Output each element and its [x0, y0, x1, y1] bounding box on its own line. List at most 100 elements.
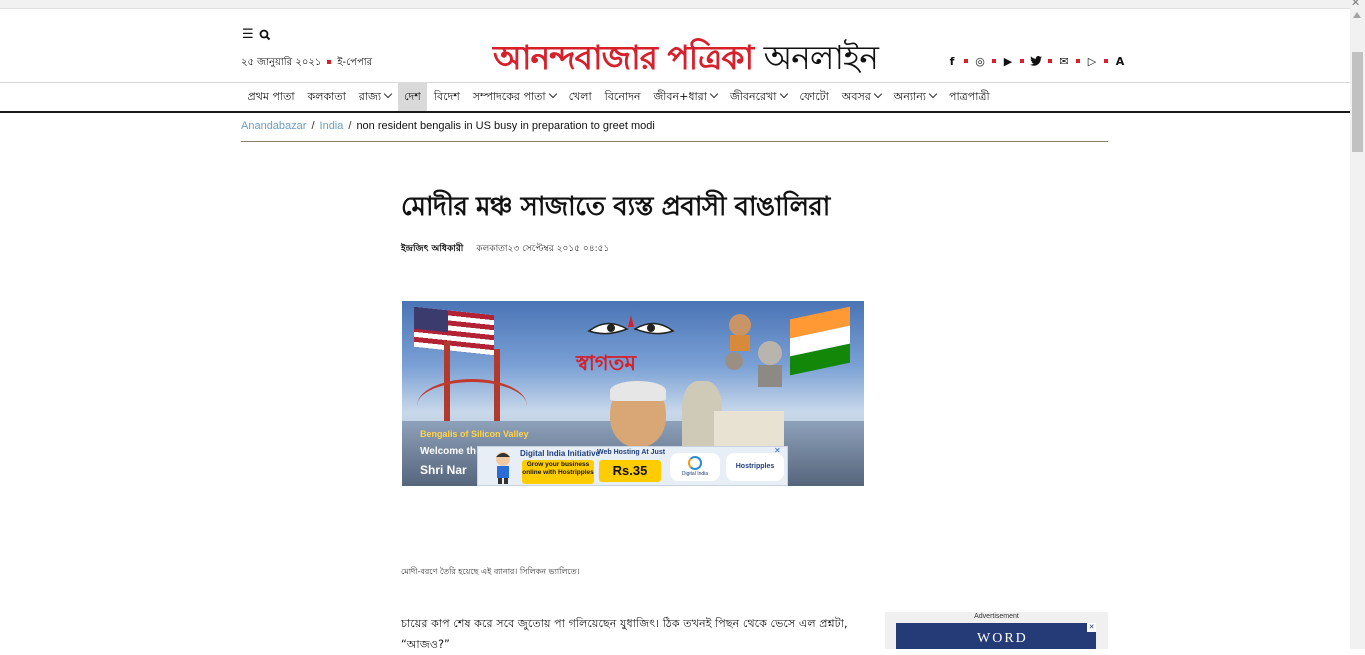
image-caption: মোদী-বরণে তৈরি হয়েছে এই ব্যানার। সিলিকন… — [401, 567, 580, 576]
twitter-icon[interactable] — [1030, 55, 1042, 67]
chevron-down-icon — [548, 89, 557, 99]
separator-dot — [327, 60, 332, 64]
logo-black-text: অনলাইন — [763, 38, 879, 77]
ad-text: Grow your business online with Hostrippl… — [522, 460, 594, 484]
breadcrumb-section-link[interactable]: India — [320, 120, 344, 132]
google-play-icon[interactable]: ▷ — [1086, 55, 1098, 68]
nav-item[interactable]: সম্পাদকের পাতা — [466, 82, 562, 111]
place-and-date: কলকাতা২৩ সেপ্টেম্বর ২০১৫ ০৪:৫১ — [476, 244, 610, 254]
social-links: f ◎ ▶ ✉ ▷ A — [946, 55, 1126, 68]
nav-item[interactable]: খেলা — [562, 82, 598, 111]
nav-item[interactable]: প্রথম পাতা — [241, 82, 301, 111]
ad-word-text: WORD — [977, 631, 1028, 646]
us-flag-image — [414, 306, 494, 356]
breadcrumb-home-link[interactable]: Anandabazar — [241, 120, 306, 132]
instagram-icon[interactable]: ◎ — [974, 55, 986, 68]
author-name[interactable]: ইন্দ্রজিৎ অধিকারী — [401, 244, 463, 254]
breadcrumb-current: non resident bengalis in US busy in prep… — [356, 120, 655, 132]
nav-item[interactable]: কলকাতা — [301, 82, 352, 111]
nav-item-label: জীবনরেখা — [729, 90, 777, 103]
separator-dot — [1020, 59, 1024, 63]
nav-item[interactable]: অন্যান্য — [887, 82, 942, 111]
nav-item-label: কলকাতা — [307, 90, 346, 103]
chevron-down-icon — [709, 89, 719, 99]
scrollbar-thumb[interactable] — [1352, 52, 1363, 152]
facebook-icon[interactable]: f — [946, 55, 958, 68]
epaper-link[interactable]: ই-পেপার — [337, 57, 372, 68]
us-flag-canton — [414, 306, 448, 333]
inline-advertisement[interactable]: Digital India Initiative Grow your busin… — [477, 446, 788, 486]
sidebar-advertisement[interactable]: Advertisement WORD ✕ — [885, 612, 1108, 649]
advertisement-label: Advertisement — [974, 613, 1019, 620]
welcome-bengali-text: স্বাগতম — [576, 350, 637, 375]
nav-item-label: দেশ — [404, 90, 421, 103]
article-headline: মোদীর মঞ্চ সাজাতে ব্যস্ত প্রবাসী বাঙালির… — [401, 192, 830, 222]
separator-dot — [1048, 59, 1052, 63]
scroll-up-arrow-icon[interactable] — [1353, 12, 1361, 18]
hostripples-logo: Hostripples — [726, 453, 784, 481]
portrait-hair — [610, 381, 666, 401]
ad-close-icon[interactable]: ✕ — [774, 446, 781, 455]
separator-dot — [1104, 59, 1108, 63]
ad-close-icon[interactable]: ✕ — [1087, 623, 1096, 632]
ad-hosting-text: Web Hosting At Just — [597, 449, 666, 456]
nav-item[interactable]: বিনোদন — [598, 82, 647, 111]
search-icon[interactable] — [259, 26, 271, 45]
article-byline: ইন্দ্রজিৎ অধিকারী কলকাতা২৩ সেপ্টেম্বর ২০… — [401, 241, 609, 256]
nav-item-label: প্রথম পাতা — [247, 90, 295, 103]
hamburger-menu-icon[interactable]: ☰ — [242, 27, 254, 42]
digital-india-ring-icon — [688, 456, 702, 470]
durga-eyes-image — [587, 315, 675, 335]
ad-creative[interactable]: WORD ✕ — [896, 623, 1096, 649]
youtube-icon[interactable]: ▶ — [1002, 55, 1014, 68]
silicon-valley-text: Bengalis of Silicon Valley — [420, 429, 529, 439]
nav-item[interactable]: ফোটো — [793, 82, 835, 111]
nav-item-label: বিদেশ — [433, 90, 460, 103]
ad-price: Rs.35 — [599, 460, 661, 482]
header-date-row: ২৫ জানুয়ারি ২০২১ ই-পেপার — [241, 55, 372, 72]
page-scrollbar[interactable] — [1350, 8, 1365, 649]
nav-item[interactable]: দেশ — [397, 82, 428, 111]
nav-item-label: সম্পাদকের পাতা — [472, 90, 546, 103]
welcome-english-text: Welcome th — [420, 446, 476, 457]
nav-item[interactable]: জীবন+ধারা — [647, 82, 724, 111]
mascot-icon — [496, 452, 510, 484]
site-header: ☰ ২৫ জানুয়ারি ২০২১ ই-পেপার আনন্দবাজার পত… — [0, 8, 1350, 83]
chevron-down-icon — [383, 89, 393, 99]
nav-item[interactable]: বিদেশ — [427, 82, 466, 111]
nav-item-label: অবসর — [841, 90, 871, 103]
chevron-down-icon — [928, 89, 938, 99]
breadcrumb-separator: / — [311, 120, 315, 132]
nav-item-label: ফোটো — [799, 90, 829, 103]
india-flag-image — [790, 306, 850, 376]
digital-india-logo: Digital India — [670, 453, 720, 481]
ad-title: Digital India Initiative — [520, 449, 601, 458]
nav-item-label: বিনোদন — [604, 90, 641, 103]
breadcrumb-separator: / — [348, 120, 352, 132]
main-navigation: প্রথম পাতা কলকাতা রাজ্য দেশ বিদেশ সম্পাদকের প… — [0, 82, 1350, 113]
chevron-down-icon — [779, 89, 788, 99]
nav-item-label: খেলা — [568, 90, 592, 103]
victoria-memorial-image — [714, 411, 784, 451]
shri-name-text: Shri Nar — [420, 463, 467, 477]
email-icon[interactable]: ✉ — [1058, 55, 1070, 68]
chevron-down-icon — [873, 89, 883, 99]
separator-dot — [1076, 59, 1080, 63]
digital-india-logo-text: Digital India — [681, 471, 709, 477]
separator-dot — [992, 59, 996, 63]
nav-list: প্রথম পাতা কলকাতা রাজ্য দেশ বিদেশ সম্পাদকের প… — [241, 82, 996, 111]
current-date: ২৫ জানুয়ারি ২০২১ — [241, 57, 322, 68]
nav-item-label: অন্যান্য — [893, 90, 926, 103]
site-logo[interactable]: আনন্দবাজার পত্রিকা অনলাইন — [493, 32, 879, 88]
breadcrumb: Anandabazar / India / non resident bengalis … — [241, 120, 1108, 142]
golden-gate-bridge-image — [417, 379, 527, 432]
portrait-image — [610, 381, 666, 447]
nav-item[interactable]: অবসর — [835, 82, 887, 111]
nav-item-label: জীবন+ধারা — [653, 90, 707, 103]
nav-item[interactable]: রাজ্য — [352, 82, 397, 111]
nav-item[interactable]: পাত্রপাত্রী — [943, 82, 997, 111]
logo-red-text: আনন্দবাজার পত্রিকা — [493, 38, 754, 77]
app-icon[interactable]: A — [1114, 55, 1126, 68]
nav-item[interactable]: জীবনরেখা — [723, 82, 793, 111]
nav-item-label: পাত্রপাত্রী — [949, 90, 990, 103]
